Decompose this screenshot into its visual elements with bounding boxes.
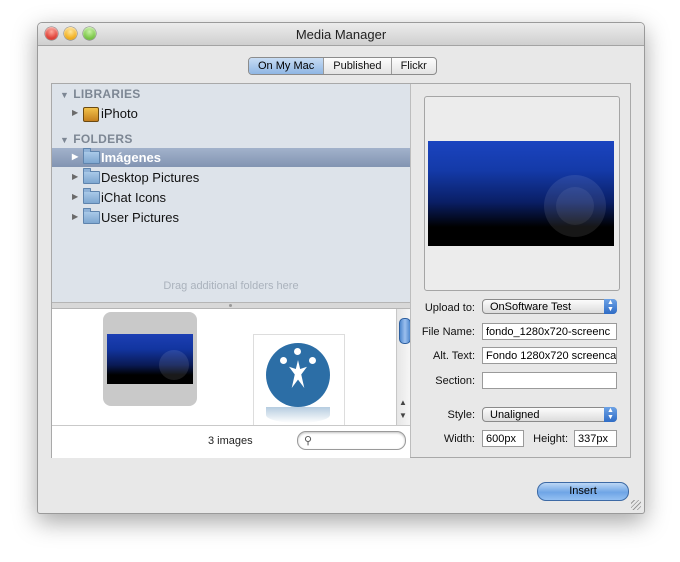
disclosure-closed-icon[interactable]: ▶ [72, 172, 78, 181]
disclosure-closed-icon[interactable]: ▶ [72, 108, 78, 117]
sidebar-item-user-pictures[interactable]: ▶ User Pictures [52, 208, 410, 227]
image-thumbnail-selected[interactable] [103, 312, 197, 406]
alt-text-field[interactable]: Fondo 1280x720 screenca [482, 347, 617, 364]
folder-icon [83, 168, 100, 184]
search-input[interactable]: ⚲ [297, 431, 406, 450]
width-field[interactable]: 600px [482, 430, 524, 447]
sidebar-item-label: iChat Icons [101, 190, 167, 205]
thumbnail-image [107, 334, 193, 384]
libraries-header-label: LIBRARIES [73, 87, 141, 101]
sidebar-item-label: User Pictures [101, 210, 180, 225]
image-preview [424, 96, 620, 291]
disclosure-closed-icon[interactable]: ▶ [72, 192, 78, 201]
folder-icon [83, 148, 100, 164]
sidebar-item-ichat-icons[interactable]: ▶ iChat Icons [52, 188, 410, 207]
style-value: Unaligned [490, 409, 540, 421]
tab-published[interactable]: Published [324, 58, 392, 74]
source-list: ▼ LIBRARIES ▶ iPhoto ▼ FOLDERS ▶ Imágenes … [52, 84, 410, 302]
window-title: Media Manager [295, 27, 387, 42]
image-browser: ▲ ▼ [52, 309, 411, 426]
split-view-divider[interactable] [52, 302, 410, 309]
upload-to-label: Upload to: [424, 302, 475, 314]
title-bar[interactable]: Media Manager [38, 23, 644, 46]
media-manager-window: Media Manager On My Mac Published Flickr… [37, 22, 645, 514]
sidebar-item-iphoto[interactable]: ▶ iPhoto [52, 104, 410, 123]
folder-icon [83, 208, 100, 224]
style-label: Style: [447, 409, 475, 421]
disclosure-open-icon: ▼ [60, 135, 70, 145]
main-panel: ▼ LIBRARIES ▶ iPhoto ▼ FOLDERS ▶ Imágenes … [51, 83, 631, 458]
sidebar-item-label: Imágenes [101, 150, 161, 165]
sidebar-item-desktop-pictures[interactable]: ▶ Desktop Pictures [52, 168, 410, 187]
disclosure-closed-icon[interactable]: ▶ [72, 152, 78, 161]
height-field[interactable]: 337px [574, 430, 617, 447]
folders-header-label: FOLDERS [73, 132, 133, 146]
section-label: Section: [435, 375, 475, 387]
folders-header[interactable]: ▼ FOLDERS [60, 132, 133, 146]
image-count: 3 images [208, 435, 253, 447]
iphoto-icon [83, 107, 99, 122]
style-select[interactable]: Unaligned ▲ ▼ [482, 407, 617, 422]
popup-arrows-icon: ▲ ▼ [604, 299, 617, 314]
file-name-field[interactable]: fondo_1280x720-screenc [482, 323, 617, 340]
libraries-header[interactable]: ▼ LIBRARIES [60, 87, 141, 101]
resize-grip-icon[interactable] [631, 500, 641, 510]
image-thumbnail[interactable] [253, 334, 345, 426]
source-tabs: On My Mac Published Flickr [248, 57, 437, 75]
file-name-label: File Name: [421, 326, 475, 338]
search-icon: ⚲ [304, 435, 313, 447]
width-label: Width: [443, 433, 475, 445]
folder-icon [83, 188, 100, 204]
section-field[interactable] [482, 372, 617, 389]
popup-arrows-icon: ▲ ▼ [604, 407, 617, 422]
tab-flickr[interactable]: Flickr [392, 58, 436, 74]
disclosure-closed-icon[interactable]: ▶ [72, 212, 78, 221]
sidebar-item-imagenes[interactable]: ▶ Imágenes [52, 148, 410, 167]
upload-to-value: OnSoftware Test [490, 301, 572, 313]
disclosure-open-icon: ▼ [60, 90, 70, 100]
alt-text-label: Alt. Text: [433, 350, 475, 362]
insert-button[interactable]: Insert [537, 482, 629, 501]
tab-on-my-mac[interactable]: On My Mac [249, 58, 325, 74]
height-label: Height: [533, 433, 568, 445]
sidebar-item-label: iPhoto [101, 106, 138, 121]
panel-divider [410, 84, 411, 457]
divider-grip-icon [229, 304, 232, 307]
sidebar-item-label: Desktop Pictures [101, 170, 200, 185]
drag-folders-hint: Drag additional folders here [163, 280, 299, 292]
preview-image [428, 141, 614, 246]
browser-footer: 3 images ⚲ [52, 425, 410, 458]
browser-scrollbar[interactable]: ▲ ▼ [396, 309, 411, 425]
scroll-up-arrow-icon[interactable]: ▲ [399, 398, 407, 407]
upload-to-select[interactable]: OnSoftware Test ▲ ▼ [482, 299, 617, 314]
logo-image [266, 343, 330, 407]
scroll-down-arrow-icon[interactable]: ▼ [399, 411, 407, 420]
